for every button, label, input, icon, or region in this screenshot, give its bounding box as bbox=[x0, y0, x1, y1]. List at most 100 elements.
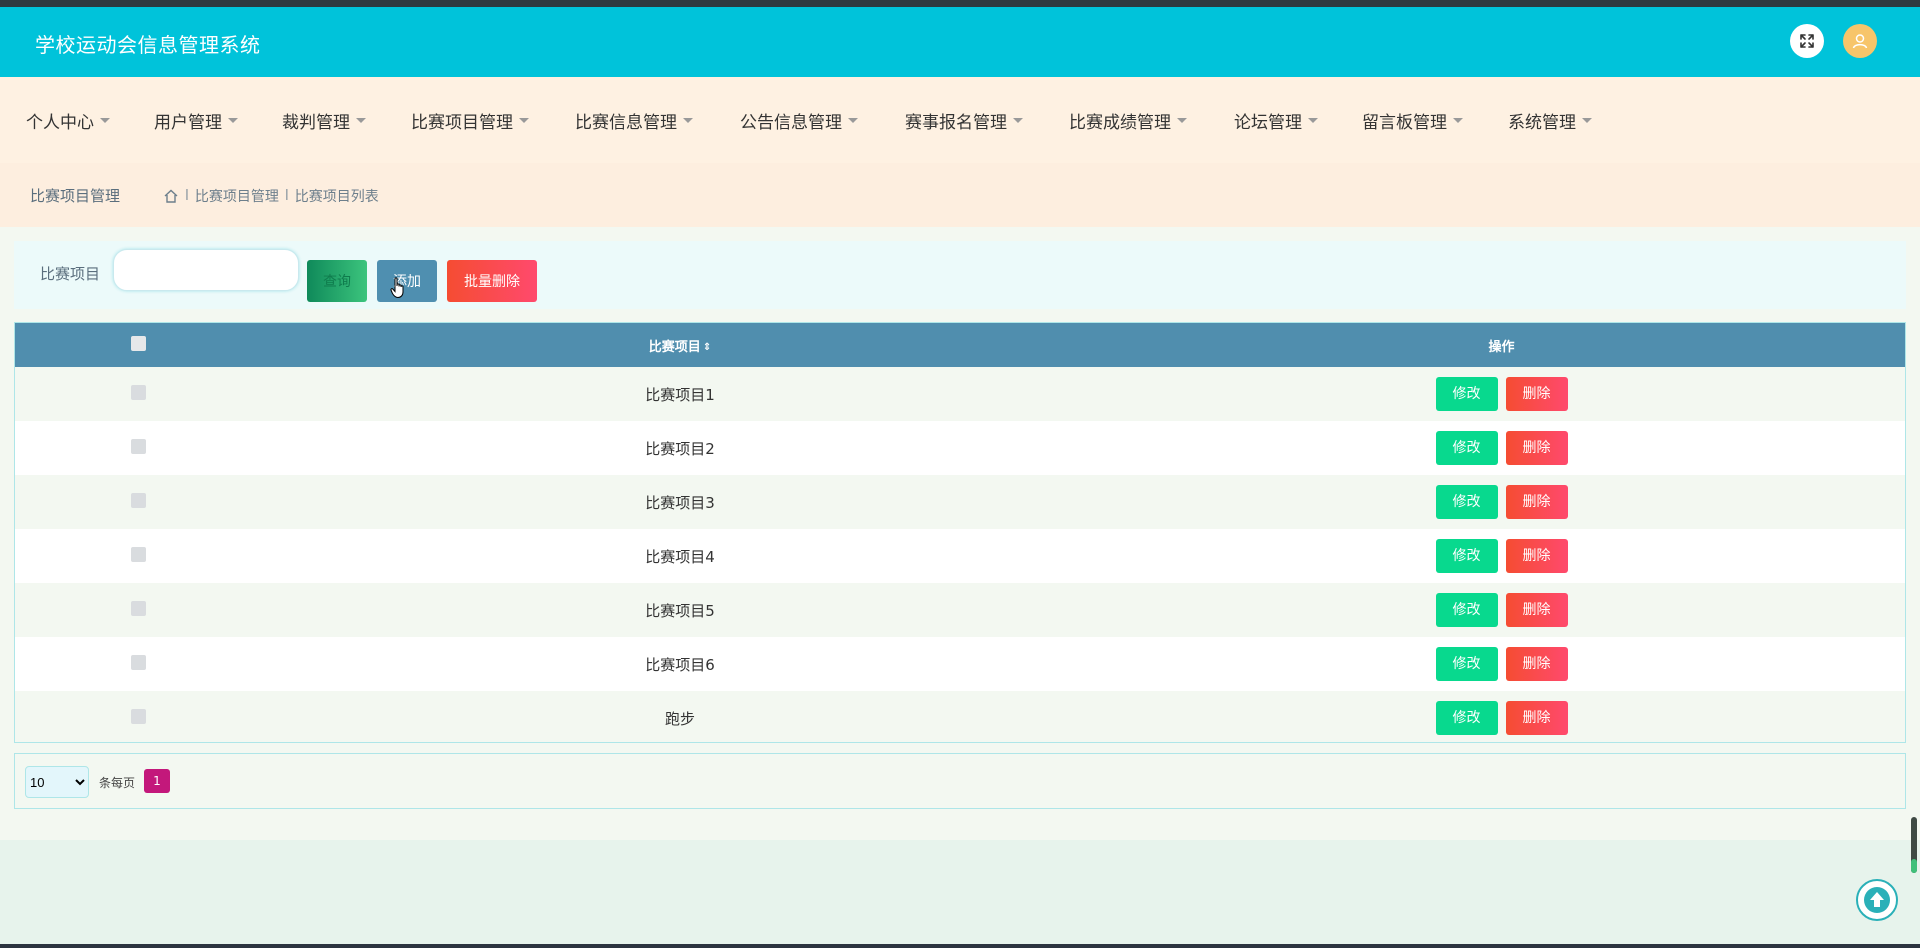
row-checkbox[interactable] bbox=[131, 708, 146, 724]
caret-down-icon bbox=[519, 118, 529, 123]
row-name: 跑步 bbox=[664, 709, 695, 728]
nav-label: 论坛管理 bbox=[1234, 113, 1302, 133]
nav-label: 裁判管理 bbox=[282, 113, 350, 133]
column-header-name[interactable]: 比赛项目 ⇕ bbox=[262, 323, 1098, 367]
app-header: 学校运动会信息管理系统 bbox=[0, 7, 1920, 77]
nav-item-forum[interactable]: 论坛管理 bbox=[1234, 108, 1318, 133]
delete-button[interactable]: 删除 bbox=[1505, 485, 1568, 519]
row-actions: 修改 删除 bbox=[1098, 529, 1905, 583]
row-actions: 修改 删除 bbox=[1098, 583, 1905, 637]
row-checkbox[interactable] bbox=[131, 546, 146, 562]
breadcrumb-item[interactable]: 比赛项目管理 bbox=[195, 186, 279, 206]
delete-button[interactable]: 删除 bbox=[1505, 701, 1568, 735]
row-actions: 修改 删除 bbox=[1098, 421, 1905, 475]
page-number-current[interactable]: 1 bbox=[144, 769, 170, 793]
nav-item-match-info[interactable]: 比赛信息管理 bbox=[575, 108, 693, 133]
delete-button[interactable]: 删除 bbox=[1505, 647, 1568, 681]
table-row: 比赛项目1 修改 删除 bbox=[15, 367, 1905, 421]
row-name: 比赛项目5 bbox=[645, 601, 715, 620]
arrow-up-circle-icon bbox=[1864, 887, 1890, 913]
select-all-cell bbox=[15, 323, 262, 367]
fullscreen-button[interactable] bbox=[1790, 24, 1824, 58]
caret-down-icon bbox=[848, 118, 858, 123]
nav-item-announcement[interactable]: 公告信息管理 bbox=[740, 108, 858, 133]
search-button[interactable]: 查询 bbox=[307, 260, 367, 302]
nav-label: 赛事报名管理 bbox=[905, 113, 1007, 133]
user-avatar-button[interactable] bbox=[1843, 24, 1877, 58]
delete-button[interactable]: 删除 bbox=[1505, 593, 1568, 627]
nav-item-user-management[interactable]: 用户管理 bbox=[154, 108, 238, 133]
nav-label: 公告信息管理 bbox=[740, 113, 842, 133]
nav-item-results[interactable]: 比赛成绩管理 bbox=[1069, 108, 1187, 133]
row-checkbox[interactable] bbox=[131, 438, 146, 454]
row-checkbox-cell bbox=[15, 637, 262, 691]
row-name: 比赛项目3 bbox=[645, 493, 715, 512]
os-taskbar bbox=[0, 944, 1920, 948]
table-row: 比赛项目3 修改 删除 bbox=[15, 475, 1905, 529]
pagination: 10 条每页 1 bbox=[14, 753, 1906, 809]
search-form: 比赛项目 查询 添加 批量删除 bbox=[14, 241, 1906, 309]
select-all-checkbox[interactable] bbox=[131, 335, 146, 351]
caret-down-icon bbox=[1582, 118, 1592, 123]
row-actions: 修改 删除 bbox=[1098, 367, 1905, 421]
caret-down-icon bbox=[1013, 118, 1023, 123]
row-checkbox-cell bbox=[15, 475, 262, 529]
row-checkbox-cell bbox=[15, 691, 262, 742]
row-checkbox[interactable] bbox=[131, 600, 146, 616]
edit-button[interactable]: 修改 bbox=[1435, 485, 1498, 519]
row-checkbox[interactable] bbox=[131, 492, 146, 508]
edit-button[interactable]: 修改 bbox=[1435, 647, 1498, 681]
batch-delete-button[interactable]: 批量删除 bbox=[447, 260, 537, 302]
caret-down-icon bbox=[683, 118, 693, 123]
edit-button[interactable]: 修改 bbox=[1435, 431, 1498, 465]
row-checkbox-cell bbox=[15, 367, 262, 421]
search-input[interactable] bbox=[113, 249, 299, 291]
data-table: 比赛项目 ⇕ 操作 比赛项目1 修改 删除 比赛项目2 修改 删除 比赛项目3 修改删… bbox=[14, 322, 1906, 743]
edit-button[interactable]: 修改 bbox=[1435, 377, 1498, 411]
caret-down-icon bbox=[1308, 118, 1318, 123]
page-title: 比赛项目管理 bbox=[30, 187, 121, 205]
nav-item-referee-management[interactable]: 裁判管理 bbox=[282, 108, 366, 133]
page-size-select[interactable]: 10 bbox=[25, 766, 89, 798]
table-row: 比赛项目4 修改 删除 bbox=[15, 529, 1905, 583]
caret-down-icon bbox=[356, 118, 366, 123]
row-name: 比赛项目4 bbox=[645, 547, 715, 566]
nav-label: 个人中心 bbox=[26, 113, 94, 133]
delete-button[interactable]: 删除 bbox=[1505, 377, 1568, 411]
nav-item-message-board[interactable]: 留言板管理 bbox=[1362, 108, 1463, 133]
scroll-to-top-button[interactable] bbox=[1856, 879, 1898, 921]
breadcrumb: l 比赛项目管理 l 比赛项目列表 bbox=[163, 186, 379, 206]
window-top-strip bbox=[0, 0, 1920, 7]
home-icon[interactable] bbox=[163, 188, 179, 204]
nav-label: 比赛项目管理 bbox=[411, 113, 513, 133]
add-button[interactable]: 添加 bbox=[377, 260, 437, 302]
nav-item-personal-center[interactable]: 个人中心 bbox=[26, 108, 110, 133]
row-name: 比赛项目6 bbox=[645, 655, 715, 674]
user-icon bbox=[1852, 34, 1868, 49]
row-name: 比赛项目2 bbox=[645, 439, 715, 458]
delete-button[interactable]: 删除 bbox=[1505, 539, 1568, 573]
scrollbar-thumb[interactable] bbox=[1911, 817, 1917, 873]
nav-label: 比赛信息管理 bbox=[575, 113, 677, 133]
nav-label: 比赛成绩管理 bbox=[1069, 113, 1171, 133]
nav-label: 用户管理 bbox=[154, 113, 222, 133]
delete-button[interactable]: 删除 bbox=[1505, 431, 1568, 465]
sort-icon[interactable]: ⇕ bbox=[703, 342, 711, 353]
nav-item-registration[interactable]: 赛事报名管理 bbox=[905, 108, 1023, 133]
caret-down-icon bbox=[1453, 118, 1463, 123]
row-checkbox[interactable] bbox=[131, 384, 146, 400]
row-checkbox[interactable] bbox=[131, 654, 146, 670]
edit-button[interactable]: 修改 bbox=[1435, 539, 1498, 573]
nav-label: 留言板管理 bbox=[1362, 113, 1447, 133]
nav-item-system[interactable]: 系统管理 bbox=[1508, 108, 1592, 133]
expand-arrows-icon bbox=[1800, 34, 1814, 48]
nav-item-event-management[interactable]: 比赛项目管理 bbox=[411, 108, 529, 133]
edit-button[interactable]: 修改 bbox=[1435, 593, 1498, 627]
edit-button[interactable]: 修改 bbox=[1435, 701, 1498, 735]
hand-pointer-cursor-icon bbox=[390, 277, 404, 299]
table-row: 比赛项目6 修改 删除 bbox=[15, 637, 1905, 691]
row-actions: 修改 删除 bbox=[1098, 637, 1905, 691]
row-checkbox-cell bbox=[15, 421, 262, 475]
breadcrumb-separator: l bbox=[185, 188, 189, 204]
nav-label: 系统管理 bbox=[1508, 113, 1576, 133]
